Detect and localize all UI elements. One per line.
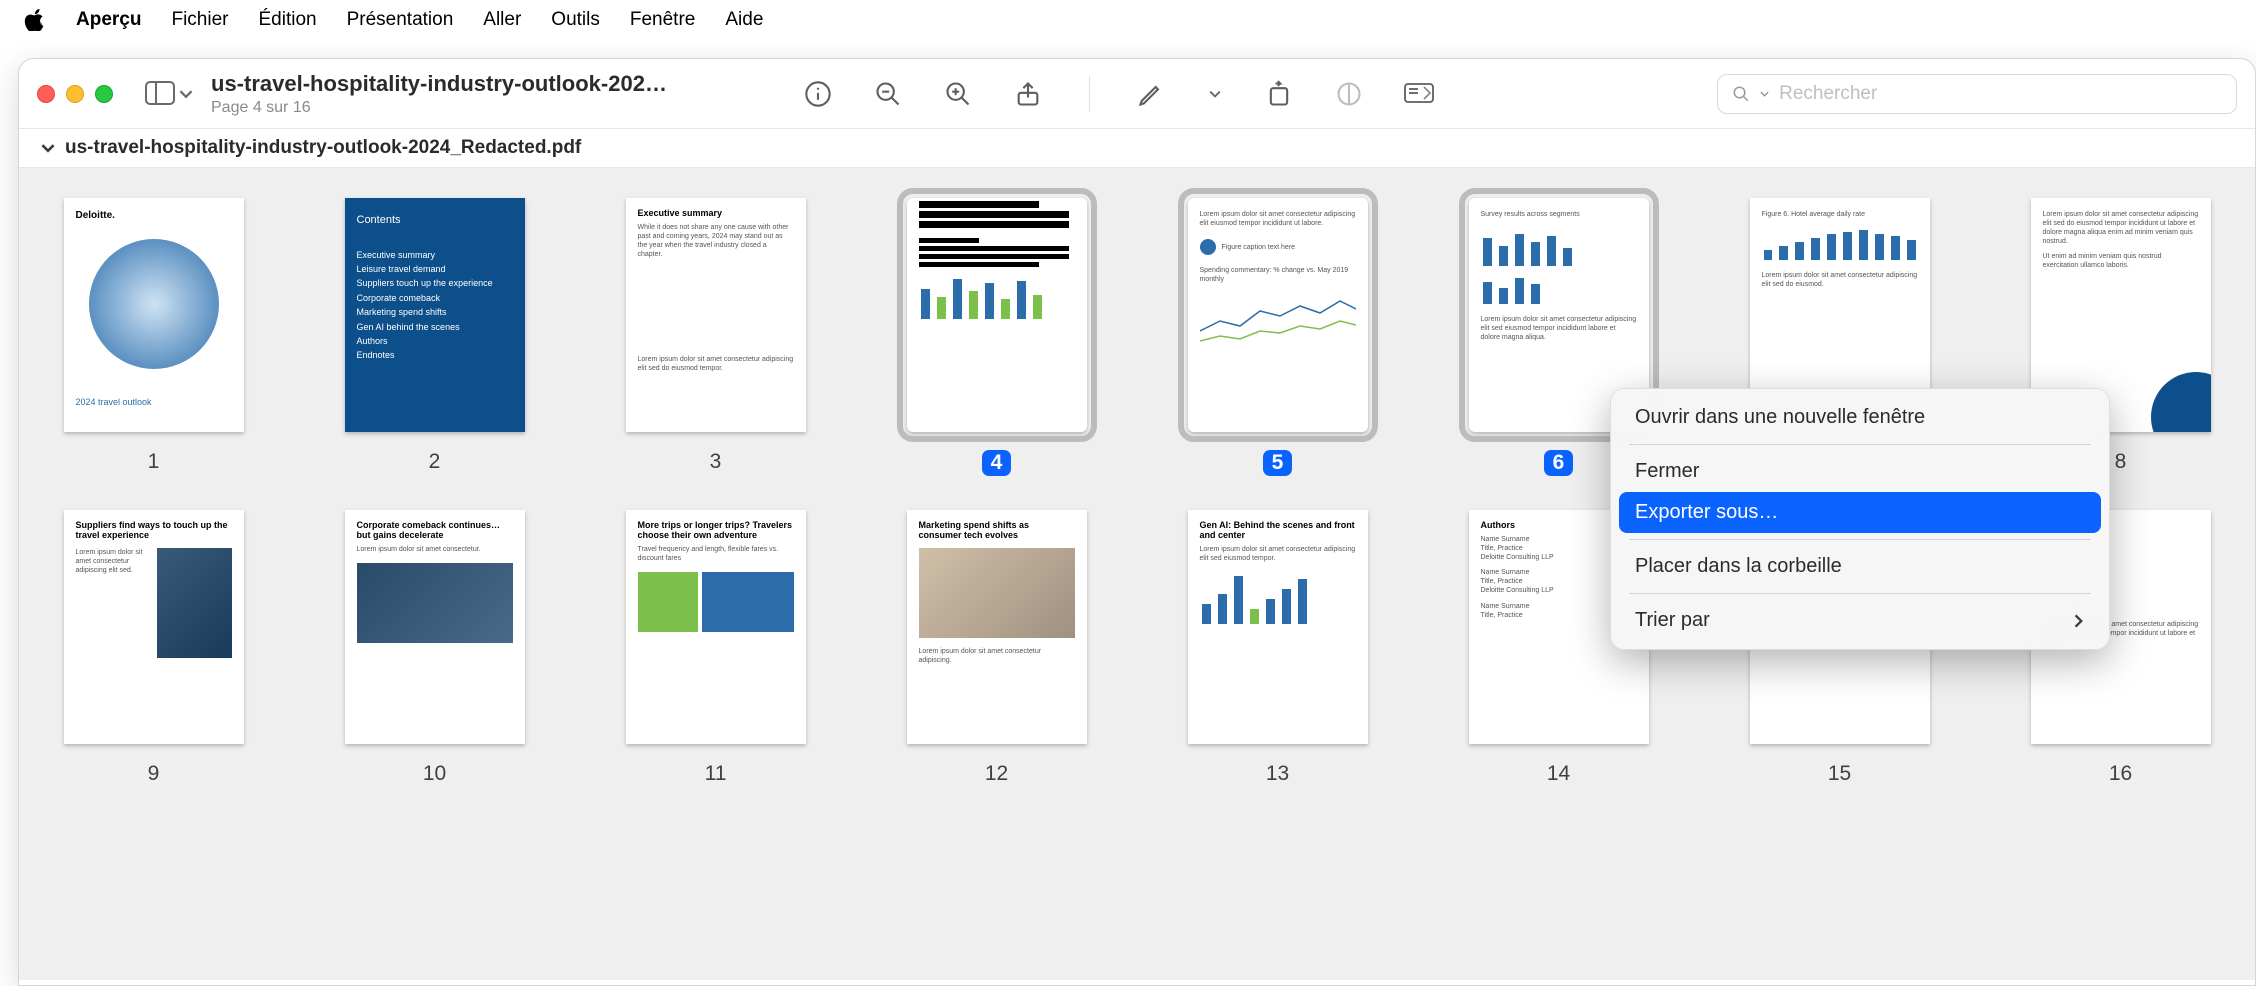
page-thumbnail[interactable]: Gen AI: Behind the scenes and front and … — [1177, 510, 1378, 786]
close-window-button[interactable] — [37, 85, 55, 103]
page-number: 8 — [2115, 450, 2127, 474]
page-number: 6 — [1544, 450, 1574, 476]
page-thumbnail[interactable]: More trips or longer trips? Travelers ch… — [615, 510, 816, 786]
ctx-close[interactable]: Fermer — [1619, 451, 2101, 492]
page-thumbnail[interactable]: 4 — [896, 198, 1097, 476]
menu-help[interactable]: Aide — [725, 9, 763, 31]
rotate-button[interactable] — [1264, 79, 1294, 109]
markup-menu-chevron[interactable] — [1206, 79, 1224, 109]
ctx-open-new-window[interactable]: Ouvrir dans une nouvelle fenêtre — [1619, 397, 2101, 438]
page-thumbnail[interactable]: ContentsExecutive summaryLeisure travel … — [334, 198, 535, 476]
search-input[interactable] — [1779, 83, 2222, 105]
page-heading: Executive summary — [626, 198, 806, 220]
page-thumbnail[interactable]: Deloitte. 2024 travel outlook 1 — [53, 198, 254, 476]
page-heading: Corporate comeback continues… but gains … — [345, 510, 525, 542]
page-number: 2 — [429, 450, 441, 474]
info-button[interactable] — [803, 79, 833, 109]
page-heading: Suppliers find ways to touch up the trav… — [64, 510, 244, 542]
document-title-block: us-travel-hospitality-industry-outlook-2… — [211, 71, 771, 117]
page-heading: Marketing spend shifts as consumer tech … — [907, 510, 1087, 542]
menu-file[interactable]: Fichier — [171, 9, 228, 31]
page-number: 1 — [148, 450, 160, 474]
app-name[interactable]: Aperçu — [76, 9, 141, 31]
chevron-down-icon — [1760, 89, 1769, 99]
menu-view[interactable]: Présentation — [347, 9, 454, 31]
page-number: 11 — [705, 762, 727, 786]
highlight-button[interactable] — [1334, 79, 1364, 109]
ctx-move-to-trash[interactable]: Placer dans la corbeille — [1619, 546, 2101, 587]
deloitte-logo: Deloitte. — [76, 210, 232, 221]
menu-go[interactable]: Aller — [483, 9, 521, 31]
menu-tools[interactable]: Outils — [551, 9, 600, 31]
page-number: 16 — [2109, 762, 2132, 786]
markup-button[interactable] — [1136, 79, 1166, 109]
page-number: 15 — [1828, 762, 1851, 786]
ctx-export-as[interactable]: Exporter sous… — [1619, 492, 2101, 533]
path-bar[interactable]: us-travel-hospitality-industry-outlook-2… — [19, 129, 2255, 168]
page-number: 10 — [423, 762, 446, 786]
page-indicator: Page 4 sur 16 — [211, 99, 771, 117]
form-fill-button[interactable] — [1404, 79, 1434, 109]
path-filename: us-travel-hospitality-industry-outlook-2… — [65, 137, 581, 159]
page-number: 14 — [1547, 762, 1570, 786]
page-number: 4 — [982, 450, 1012, 476]
system-menubar: Aperçu Fichier Édition Présentation Alle… — [0, 0, 2256, 40]
page-heading: Contents — [357, 212, 513, 230]
page-number: 3 — [710, 450, 722, 474]
toolbar-icons — [803, 76, 1434, 112]
chevron-down-icon — [179, 87, 193, 101]
sidebar-toggle-button[interactable] — [145, 81, 193, 107]
page-number: 12 — [985, 762, 1008, 786]
page-heading: Gen AI: Behind the scenes and front and … — [1188, 510, 1368, 542]
page-heading: More trips or longer trips? Travelers ch… — [626, 510, 806, 542]
apple-menu[interactable] — [24, 9, 46, 31]
menu-edit[interactable]: Édition — [258, 9, 316, 31]
share-button[interactable] — [1013, 79, 1043, 109]
chevron-right-icon — [2073, 613, 2085, 629]
ctx-sort-by[interactable]: Trier par — [1619, 600, 2101, 641]
page-thumbnail[interactable]: Lorem ipsum dolor sit amet consectetur a… — [1177, 198, 1378, 476]
menu-window[interactable]: Fenêtre — [630, 9, 695, 31]
window-toolbar: us-travel-hospitality-industry-outlook-2… — [19, 59, 2255, 129]
page-thumbnail[interactable]: Executive summaryWhile it does not share… — [615, 198, 816, 476]
page-number: 13 — [1266, 762, 1289, 786]
page-thumbnail[interactable]: Suppliers find ways to touch up the trav… — [53, 510, 254, 786]
page-thumbnail[interactable]: Marketing spend shifts as consumer tech … — [896, 510, 1097, 786]
page-caption: 2024 travel outlook — [76, 397, 232, 407]
document-title: us-travel-hospitality-industry-outlook-2… — [211, 71, 771, 97]
page-number: 9 — [148, 762, 160, 786]
zoom-in-button[interactable] — [943, 79, 973, 109]
zoom-window-button[interactable] — [95, 85, 113, 103]
window-controls — [37, 85, 113, 103]
page-thumbnail[interactable]: Corporate comeback continues… but gains … — [334, 510, 535, 786]
context-menu: Ouvrir dans une nouvelle fenêtre Fermer … — [1610, 388, 2110, 650]
page-number: 5 — [1263, 450, 1293, 476]
minimize-window-button[interactable] — [66, 85, 84, 103]
chevron-down-icon — [41, 141, 55, 155]
zoom-out-button[interactable] — [873, 79, 903, 109]
search-icon — [1732, 84, 1750, 104]
search-field[interactable] — [1717, 74, 2237, 114]
